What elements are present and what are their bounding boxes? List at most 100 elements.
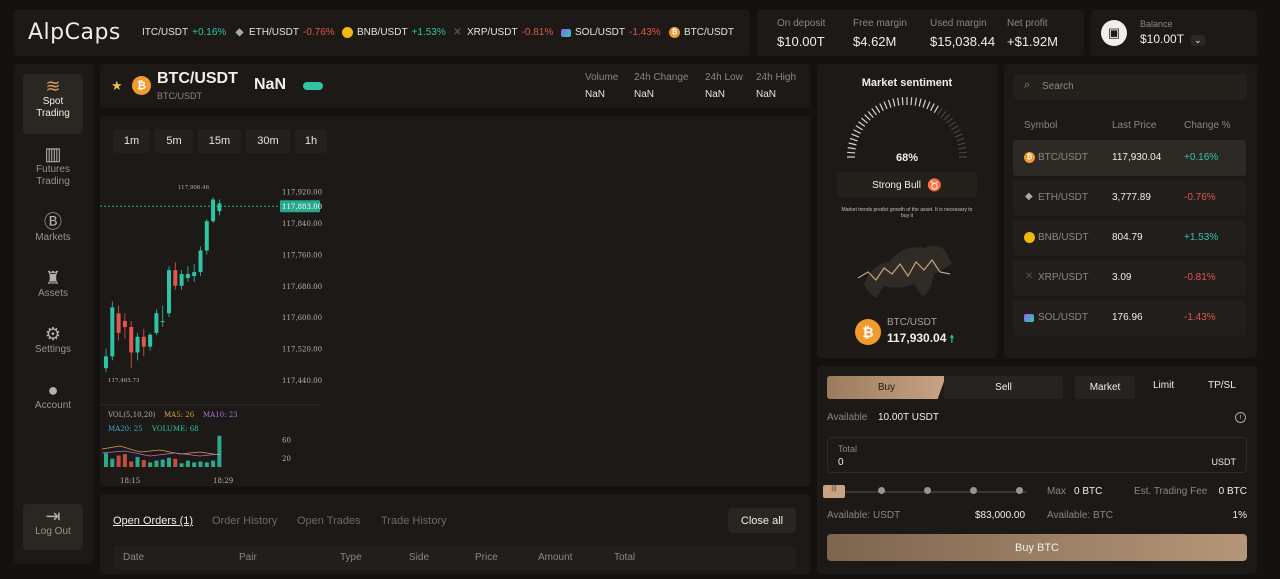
candlestick-chart[interactable]: 117,920.00 117,840.00 117,760.00 117,680.00…	[100, 156, 330, 486]
market-price: 804.79	[1112, 232, 1143, 243]
gauge-tick	[910, 97, 913, 106]
balance-dropdown[interactable]: ▣ Balance $10.00T ⌄	[1091, 10, 1257, 56]
slider-step[interactable]	[924, 487, 931, 494]
market-row-btc[interactable]: ₿ BTC/USDT 117,930.04 +0.16%	[1013, 140, 1246, 176]
stat-volume: Volume NaN	[585, 72, 619, 100]
ticker-bnb[interactable]: BNB/USDT +1.53%	[342, 27, 446, 38]
info-icon[interactable]: i	[1235, 412, 1246, 423]
search-input[interactable]: ⌕ Search	[1014, 74, 1247, 100]
candle-body	[116, 313, 121, 333]
tab-trade-history[interactable]: Trade History	[381, 515, 447, 527]
gauge-tick	[853, 129, 861, 134]
tab-open-trades[interactable]: Open Trades	[297, 515, 361, 527]
col-type: Type	[340, 552, 362, 563]
market-row-bnb[interactable]: BNB/USDT 804.79 +1.53%	[1013, 220, 1246, 256]
market-symbol: BTC/USDT	[1038, 152, 1088, 163]
buy-btc-button[interactable]: Buy BTC	[827, 534, 1247, 561]
time-label: 18:29	[213, 477, 233, 485]
gauge-tick	[956, 137, 965, 142]
order-type-tpsl[interactable]: TP/SL	[1208, 380, 1236, 391]
bnb-icon	[1024, 232, 1035, 243]
sidebar-item-assets[interactable]: ♜ Assets	[23, 269, 83, 300]
market-row-xrp[interactable]: ✕ XRP/USDT 3.09 -0.81%	[1013, 260, 1246, 296]
avail-btc-label: Available: BTC	[1047, 510, 1113, 521]
sidebar-item-futures-trading[interactable]: ▥ Futures Trading	[23, 145, 83, 188]
high-marker-label: 117,906.46	[178, 185, 210, 191]
tab-order-history[interactable]: Order History	[212, 515, 277, 527]
pair-sub: BTC/USDT	[157, 91, 202, 101]
slider-step[interactable]	[1016, 487, 1023, 494]
volume-legend-volume: VOLUME: 68	[151, 425, 199, 433]
market-sentiment-panel: Market sentiment 68% Strong Bull ♉ Marke…	[817, 64, 997, 358]
col-date: Date	[123, 552, 145, 563]
status-toggle[interactable]	[303, 82, 323, 90]
gauge-tick	[892, 98, 896, 107]
tab-open-orders[interactable]: Open Orders (1)	[113, 515, 193, 527]
brand-logo[interactable]: AlpCaps	[28, 20, 121, 45]
gauge-tick	[851, 133, 860, 138]
sidebar-item-spot-trading[interactable]: ≋ Spot Trading	[23, 74, 83, 134]
logout-button[interactable]: ⇥ Log Out	[23, 504, 83, 550]
ticker-eth[interactable]: ◆ ETH/USDT -0.76%	[234, 27, 335, 38]
ticker-itc[interactable]: ITC/USDT +0.16%	[142, 27, 226, 38]
volume-bar	[154, 460, 159, 467]
amount-slider[interactable]: |||	[823, 485, 1027, 498]
slider-step[interactable]	[970, 487, 977, 494]
fee-label: Est. Trading Fee	[1134, 486, 1208, 497]
sidebar: ≋ Spot Trading ▥ Futures Trading Ⓑ Marke…	[14, 64, 93, 564]
ticker-sol[interactable]: SOL/USDT -1.43%	[561, 27, 661, 38]
ticker-xrp[interactable]: ✕ XRP/USDT -0.81%	[452, 27, 553, 38]
ticker-symbol: SOL/USDT	[575, 27, 626, 38]
volume-bar	[185, 460, 190, 467]
ticker-btc[interactable]: ₿ BTC/USDT	[669, 27, 734, 38]
market-symbol: BNB/USDT	[1038, 232, 1089, 243]
slider-step[interactable]	[878, 487, 885, 494]
timeframe-30m[interactable]: 30m	[246, 129, 290, 153]
available-label: Available	[827, 412, 868, 423]
orders-panel: Open Orders (1) Order History Open Trade…	[100, 494, 810, 574]
volume-legend-ma10: MA10: 23	[203, 411, 238, 419]
volume-legend-ma20: MA20: 25	[108, 425, 143, 433]
market-change: -0.76%	[1184, 192, 1216, 203]
gauge-tick	[847, 147, 856, 150]
close-all-button[interactable]: Close all	[728, 508, 796, 533]
sidebar-item-settings[interactable]: ⚙ Settings	[23, 325, 83, 356]
order-type-market[interactable]: Market	[1075, 376, 1135, 399]
gauge-tick	[922, 99, 927, 108]
timeframe-1m[interactable]: 1m	[113, 129, 150, 153]
low-marker-label: 117,465.73	[108, 378, 140, 384]
volume-bar	[198, 461, 203, 467]
sidebar-item-account[interactable]: ● Account	[23, 381, 83, 412]
sentiment-pair: BTC/USDT	[887, 317, 937, 328]
col-pair: Pair	[239, 552, 257, 563]
stat-on-deposit: On deposit $10.00T	[777, 18, 826, 49]
search-icon: ⌕	[1024, 79, 1031, 91]
sell-tab[interactable]: Sell	[944, 376, 1063, 399]
slider-handle[interactable]: |||	[823, 485, 845, 498]
candle-body	[167, 270, 171, 314]
sentiment-status: Strong Bull ♉	[837, 172, 977, 198]
gauge-tick	[867, 110, 874, 118]
timeframe-1h[interactable]: 1h	[295, 129, 327, 153]
market-row-sol[interactable]: SOL/USDT 176.96 -1.43%	[1013, 300, 1246, 336]
trade-panel: Buy Sell Market Limit TP/SL Available 10…	[817, 366, 1257, 574]
candle-body	[154, 313, 159, 333]
total-input[interactable]: Total 0 USDT	[827, 437, 1247, 473]
buy-tab[interactable]: Buy	[827, 376, 946, 399]
sidebar-item-markets[interactable]: Ⓑ Markets	[23, 213, 83, 244]
avail-usdt-value: $83,000.00	[975, 510, 1026, 521]
volume-bar	[110, 458, 115, 467]
market-row-eth[interactable]: ◆ ETH/USDT 3,777.89 -0.76%	[1013, 180, 1246, 216]
timeframe-5m[interactable]: 5m	[155, 129, 193, 153]
pair-header: ★ ₿ BTC/USDT BTC/USDT NaN Volume NaN 24h…	[100, 64, 810, 108]
candle-body	[198, 250, 203, 273]
star-icon[interactable]: ★	[111, 78, 123, 94]
order-type-limit[interactable]: Limit	[1153, 380, 1174, 391]
price-tick-label: 117,680.00	[282, 283, 322, 291]
timeframe-15m[interactable]: 15m	[198, 129, 241, 153]
chevron-down-icon[interactable]: ⌄	[1191, 35, 1205, 46]
gauge-tick	[954, 133, 963, 138]
spot-trading-icon: ≋	[45, 76, 61, 96]
col-last-price: Last Price	[1112, 120, 1157, 131]
arrow-up-icon: 🠕	[949, 334, 955, 345]
